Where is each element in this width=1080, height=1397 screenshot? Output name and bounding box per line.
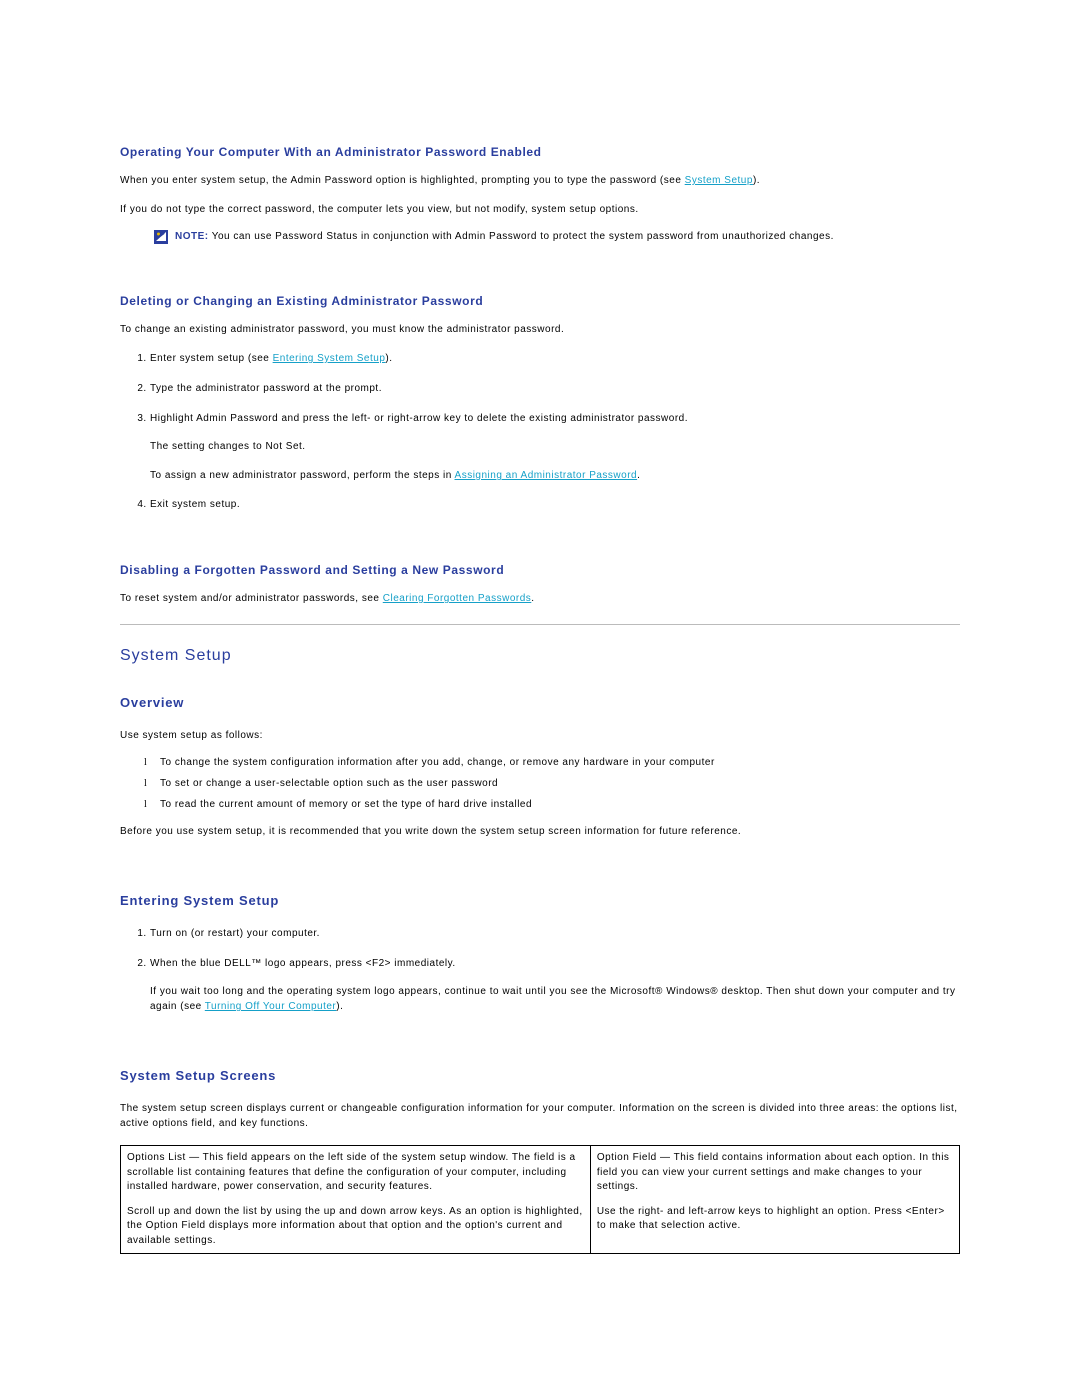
note-text: NOTE: You can use Password Status in con…	[175, 231, 834, 242]
link-entering-system-setup[interactable]: Entering System Setup	[273, 353, 386, 364]
link-turning-off-computer[interactable]: Turning Off Your Computer	[205, 1001, 336, 1012]
text: ).	[336, 1001, 343, 1012]
heading-overview: Overview	[120, 695, 960, 710]
note-icon	[154, 230, 168, 244]
table-cell-option-field: Option Field — This field contains infor…	[590, 1146, 959, 1254]
body-text: If you do not type the correct password,…	[120, 202, 960, 217]
link-assigning-admin-password[interactable]: Assigning an Administrator Password	[455, 470, 638, 481]
text: Enter system setup (see	[150, 353, 273, 364]
text: You can use Password Status in conjuncti…	[209, 231, 834, 242]
text: .	[531, 593, 534, 604]
text: ).	[753, 175, 760, 186]
ordered-list-entering: Turn on (or restart) your computer. When…	[132, 926, 960, 1014]
body-text: When you enter system setup, the Admin P…	[120, 173, 960, 188]
body-text: Before you use system setup, it is recom…	[120, 824, 960, 839]
body-text: To change an existing administrator pass…	[120, 322, 960, 337]
list-item: Enter system setup (see Entering System …	[150, 351, 960, 367]
heading-delete-change-admin-password: Deleting or Changing an Existing Adminis…	[120, 294, 960, 308]
list-item: When the blue DELL™ logo appears, press …	[150, 956, 960, 1014]
text: The setting changes to Not Set.	[150, 439, 960, 454]
text: To assign a new administrator password, …	[150, 470, 455, 481]
text: When the blue DELL™ logo appears, press …	[150, 958, 456, 969]
text: .	[637, 470, 640, 481]
heading-system-setup-screens: System Setup Screens	[120, 1068, 960, 1083]
list-item: Highlight Admin Password and press the l…	[150, 411, 960, 483]
list-item: Exit system setup.	[150, 497, 960, 513]
body-text: The system setup screen displays current…	[120, 1101, 960, 1131]
body-text: Use system setup as follows:	[120, 728, 960, 743]
note-label: NOTE:	[175, 231, 209, 242]
list-item: To set or change a user-selectable optio…	[144, 778, 960, 789]
text: Use the right- and left-arrow keys to hi…	[597, 1206, 945, 1232]
text: ).	[385, 353, 392, 364]
document-page: Operating Your Computer With an Administ…	[0, 0, 1080, 1397]
text: To assign a new administrator password, …	[150, 468, 960, 483]
heading-admin-password-enabled: Operating Your Computer With an Administ…	[120, 145, 960, 159]
text: Options List — This field appears on the…	[127, 1152, 576, 1192]
list-item: Type the administrator password at the p…	[150, 381, 960, 397]
link-system-setup[interactable]: System Setup	[685, 175, 753, 186]
text: When you enter system setup, the Admin P…	[120, 175, 685, 186]
text: If you wait too long and the operating s…	[150, 984, 960, 1014]
table-system-setup-screens: Options List — This field appears on the…	[120, 1145, 960, 1254]
text: Option Field — This field contains infor…	[597, 1152, 950, 1192]
heading-entering-system-setup: Entering System Setup	[120, 893, 960, 908]
ordered-list-delete-change: Enter system setup (see Entering System …	[132, 351, 960, 513]
horizontal-rule	[120, 624, 960, 625]
note-block: NOTE: You can use Password Status in con…	[120, 231, 960, 244]
bullet-list-overview: To change the system configuration infor…	[144, 757, 960, 810]
list-item: Turn on (or restart) your computer.	[150, 926, 960, 942]
list-item: To change the system configuration infor…	[144, 757, 960, 768]
list-item: To read the current amount of memory or …	[144, 799, 960, 810]
table-cell-options-list: Options List — This field appears on the…	[121, 1146, 591, 1254]
heading-system-setup: System Setup	[120, 647, 960, 665]
text: Highlight Admin Password and press the l…	[150, 413, 688, 424]
table-row: Options List — This field appears on the…	[121, 1146, 960, 1254]
link-clearing-forgotten-passwords[interactable]: Clearing Forgotten Passwords	[383, 593, 532, 604]
text: Scroll up and down the list by using the…	[127, 1206, 583, 1246]
body-text: To reset system and/or administrator pas…	[120, 591, 960, 606]
text: To reset system and/or administrator pas…	[120, 593, 383, 604]
heading-disabling-forgotten-password: Disabling a Forgotten Password and Setti…	[120, 563, 960, 577]
